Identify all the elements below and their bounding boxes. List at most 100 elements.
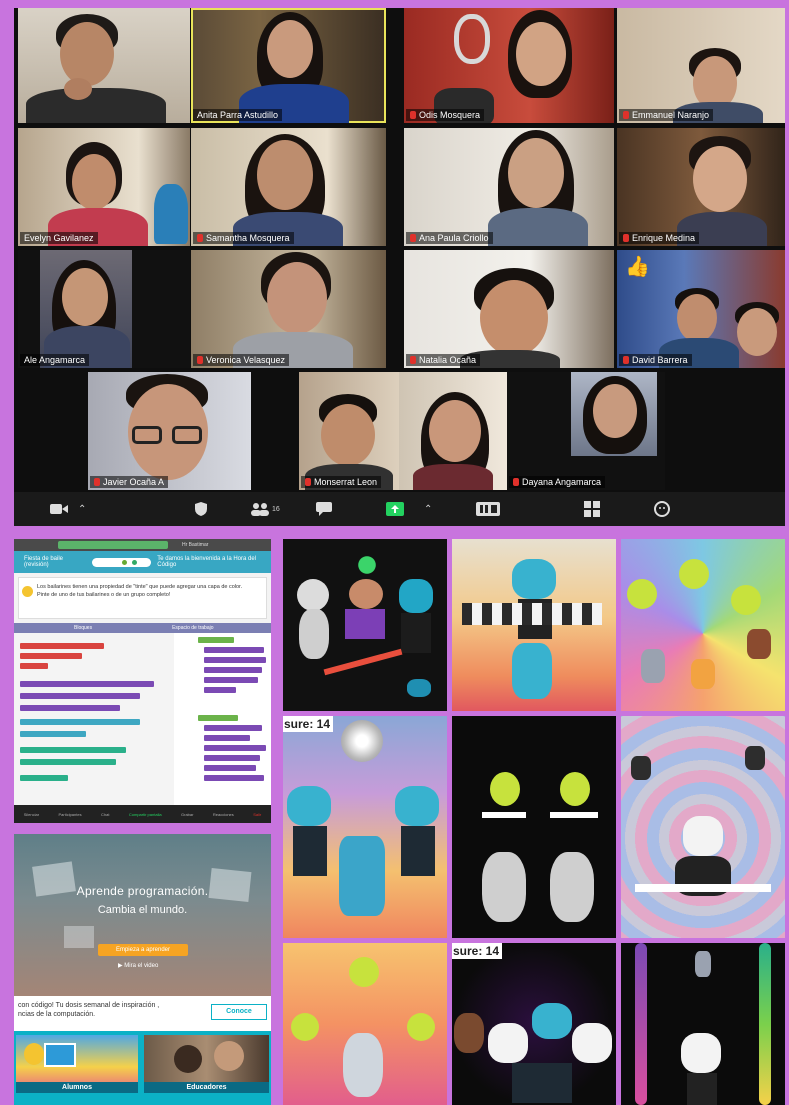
tab-title[interactable]: Hr Bastimar <box>182 542 208 548</box>
participant-name: Evelyn Gavilanez <box>20 232 98 244</box>
code-block[interactable] <box>204 677 258 683</box>
level-progress[interactable] <box>92 557 152 567</box>
participant-name: Natalia Ocaña <box>406 354 481 366</box>
participants-button[interactable]: Participantes <box>58 812 81 817</box>
participant-name: Ale Angamarca <box>20 354 90 366</box>
code-block[interactable] <box>20 653 82 659</box>
code-block[interactable] <box>204 687 236 693</box>
participant-tile[interactable] <box>399 372 507 490</box>
participant-name: David Barrera <box>619 354 692 366</box>
hero-headline: Aprende programación. <box>76 884 209 898</box>
mic-muted-icon <box>623 356 629 364</box>
students-card[interactable]: Alumnos <box>16 1035 138 1093</box>
participant-name: Anita Parra Astudillo <box>193 109 283 121</box>
participant-tile[interactable]: Monserrat Leon <box>299 372 399 490</box>
code-block[interactable] <box>198 715 238 721</box>
participant-tile[interactable]: 👍 David Barrera <box>617 250 785 368</box>
code-block[interactable] <box>20 643 104 649</box>
chevron-up-icon[interactable]: ⌃ <box>78 498 86 520</box>
dance-party-screenshot <box>283 943 447 1105</box>
mic-muted-icon <box>513 478 519 486</box>
photo-collage: Anita Parra Astudillo Odis Mosquera Emma… <box>0 0 789 1105</box>
code-block[interactable] <box>20 663 48 669</box>
learn-more-button[interactable]: Conoce <box>211 1004 267 1020</box>
mic-muted-icon <box>623 234 629 242</box>
browser-tab-bar: Hr Bastimar <box>14 539 271 551</box>
mic-muted-icon <box>623 111 629 119</box>
hero-subheadline: Cambia el mundo. <box>97 904 188 916</box>
lesson-welcome: Te damos la bienvenida a la Hora del Cód… <box>157 556 257 568</box>
codeorg-landing-page: Aprende programación. Cambia el mundo. E… <box>14 834 271 1105</box>
start-learning-button[interactable]: Empieza a aprender <box>98 944 188 956</box>
students-card-label: Alumnos <box>16 1082 138 1093</box>
participant-tile[interactable]: Samantha Mosquera <box>191 128 386 246</box>
measure-counter: sure: 14 <box>452 943 503 959</box>
tab-active[interactable] <box>58 541 168 549</box>
participant-tile[interactable]: Ale Angamarca <box>18 250 190 368</box>
code-block[interactable] <box>20 747 126 753</box>
block-workspace[interactable]: Bloques Espacio de trabajo <box>14 623 271 805</box>
share-screen-icon[interactable] <box>386 498 404 520</box>
record-button[interactable]: Grabar <box>181 812 193 817</box>
code-block[interactable] <box>204 725 262 731</box>
participant-tile[interactable]: Enrique Medina <box>617 128 785 246</box>
code-block[interactable] <box>204 647 264 653</box>
security-icon[interactable] <box>194 498 208 520</box>
record-icon[interactable] <box>476 498 500 520</box>
mic-muted-icon <box>410 234 416 242</box>
instruction-line: Pinte de uno de tus bailarines o de un g… <box>37 591 171 598</box>
participant-tile[interactable]: Emmanuel Naranjo <box>617 8 785 123</box>
educators-card[interactable]: Educadores <box>144 1035 269 1093</box>
mic-muted-icon <box>94 478 100 486</box>
breakout-rooms-icon[interactable] <box>584 498 600 520</box>
dance-party-screenshot <box>452 539 616 711</box>
code-block[interactable] <box>204 745 266 751</box>
code-block[interactable] <box>204 657 266 663</box>
code-block[interactable] <box>204 667 262 673</box>
video-icon[interactable] <box>50 498 68 520</box>
participant-tile[interactable]: Dayana Angamarca <box>507 372 665 490</box>
workspace-header: Bloques Espacio de trabajo <box>14 623 271 633</box>
bee-mascot-icon <box>24 1043 44 1065</box>
disco-ball-icon <box>341 720 383 762</box>
zoom-toolbar-mini: Silenciar Participantes Chat Compartir p… <box>14 805 271 823</box>
participant-tile[interactable] <box>18 8 190 123</box>
lesson-header: Fiesta de baile (revisión) Te damos la b… <box>14 551 271 573</box>
code-block[interactable] <box>20 681 154 687</box>
participant-name: Ana Paula Criollo <box>406 232 493 244</box>
code-block[interactable] <box>20 759 116 765</box>
participant-tile[interactable]: Odis Mosquera <box>404 8 614 123</box>
chat-button[interactable]: Chat <box>101 812 109 817</box>
participant-tile[interactable]: Veronica Velasquez <box>191 250 386 368</box>
dance-party-screenshot <box>452 716 616 938</box>
dance-party-screenshot <box>621 539 785 711</box>
participant-tile[interactable]: Evelyn Gavilanez <box>18 128 190 246</box>
participant-tile[interactable]: Ana Paula Criollo <box>404 128 614 246</box>
code-block[interactable] <box>204 765 256 771</box>
code-block[interactable] <box>204 735 250 741</box>
participant-tile[interactable]: Javier Ocaña A <box>88 372 251 490</box>
code-block[interactable] <box>20 719 140 725</box>
mute-button[interactable]: Silenciar <box>24 812 39 817</box>
reactions-icon[interactable] <box>654 498 670 520</box>
educators-card-label: Educadores <box>144 1082 269 1093</box>
share-screen-button[interactable]: Compartir pantalla <box>129 812 162 817</box>
participant-tile[interactable]: Natalia Ocaña <box>404 250 614 368</box>
code-block[interactable] <box>20 705 120 711</box>
code-block[interactable] <box>20 731 86 737</box>
watch-video-link[interactable]: ▶ Mira el video <box>118 962 158 969</box>
code-block[interactable] <box>204 775 264 781</box>
leave-button[interactable]: Salir <box>253 812 261 817</box>
lesson-title: Fiesta de baile (revisión) <box>24 556 64 568</box>
code-block[interactable] <box>204 755 260 761</box>
participant-name: Enrique Medina <box>619 232 700 244</box>
chat-icon[interactable] <box>316 498 332 520</box>
participants-icon[interactable]: 16 <box>250 498 280 520</box>
participant-tile-active-speaker[interactable]: Anita Parra Astudillo <box>191 8 386 123</box>
chevron-up-icon[interactable]: ⌃ <box>424 498 432 520</box>
code-block[interactable] <box>20 693 140 699</box>
dance-party-screenshot <box>621 716 785 938</box>
reactions-button[interactable]: Reacciones <box>213 812 234 817</box>
code-block[interactable] <box>20 775 68 781</box>
code-block[interactable] <box>198 637 234 643</box>
